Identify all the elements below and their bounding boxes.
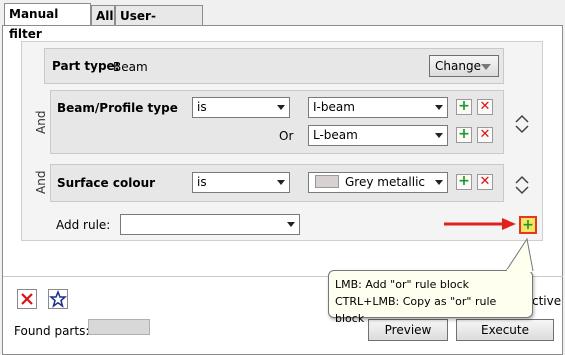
value-select-profile-type-1[interactable]: I-beam	[308, 97, 448, 118]
condition-value: is	[197, 175, 207, 189]
rule-label-surface-colour: Surface colour	[57, 176, 156, 190]
add-value-button[interactable]: +	[456, 174, 472, 190]
tooltip-line-2: CTRL+LMB: Copy as "or" rule block	[335, 295, 497, 325]
remove-value-button[interactable]: ✕	[477, 99, 493, 115]
tooltip-pointer	[505, 238, 534, 272]
tab-user-defined[interactable]: User-defined	[115, 5, 203, 43]
tooltip-pointer-cover	[507, 269, 532, 272]
move-up-down-icon[interactable]	[514, 175, 530, 195]
add-value-button[interactable]: +	[456, 127, 472, 143]
value-select-surface-colour[interactable]: Grey metallic	[308, 172, 448, 193]
color-swatch	[315, 175, 339, 188]
part-type-value: Beam	[113, 60, 148, 74]
and-operator-1: And	[34, 110, 48, 134]
part-type-label: Part type:	[52, 59, 120, 73]
or-label: Or	[279, 129, 294, 143]
value-text: L-beam	[313, 128, 358, 142]
value-text: I-beam	[313, 100, 355, 114]
tooltip-line-1: LMB: Add "or" rule block	[335, 278, 470, 291]
rule-label-profile-type: Beam/Profile type	[57, 101, 178, 115]
change-button[interactable]: Change	[429, 55, 499, 77]
chevron-down-icon	[287, 222, 295, 227]
chevron-down-icon	[277, 105, 285, 110]
chevron-down-icon	[435, 105, 443, 110]
chevron-down-icon	[435, 133, 443, 138]
add-rule-label: Add rule:	[56, 218, 111, 232]
change-button-label: Change	[435, 59, 481, 73]
red-arrow-annotation	[444, 218, 516, 230]
add-rule-select[interactable]	[120, 214, 300, 235]
value-select-profile-type-2[interactable]: L-beam	[308, 125, 448, 146]
and-operator-2: And	[34, 170, 48, 194]
favorite-star-icon[interactable]	[48, 289, 68, 309]
chevron-down-icon	[481, 64, 491, 70]
tab-all[interactable]: All	[91, 5, 115, 25]
condition-select-surface-colour[interactable]: is	[192, 172, 290, 193]
condition-value: is	[197, 100, 207, 114]
add-value-button[interactable]: +	[456, 99, 472, 115]
move-up-down-icon[interactable]	[514, 114, 530, 134]
condition-select-profile-type[interactable]: is	[192, 97, 290, 118]
remove-value-button[interactable]: ✕	[477, 174, 493, 190]
delete-filter-icon[interactable]	[17, 289, 37, 309]
part-type-block: Part type: Beam Change	[44, 48, 504, 84]
found-parts-label: Found parts:	[14, 324, 90, 338]
remove-value-button[interactable]: ✕	[477, 127, 493, 143]
partial-checkbox-text: ctive	[532, 294, 562, 308]
found-parts-field	[88, 319, 150, 335]
tab-manual-filter[interactable]: Manual filter	[4, 3, 91, 41]
tooltip: LMB: Add "or" rule block CTRL+LMB: Copy …	[328, 270, 533, 325]
value-text: Grey metallic	[345, 175, 425, 189]
add-or-rule-block-button[interactable]: +	[519, 216, 537, 234]
chevron-down-icon	[277, 180, 285, 185]
chevron-down-icon	[435, 180, 443, 185]
